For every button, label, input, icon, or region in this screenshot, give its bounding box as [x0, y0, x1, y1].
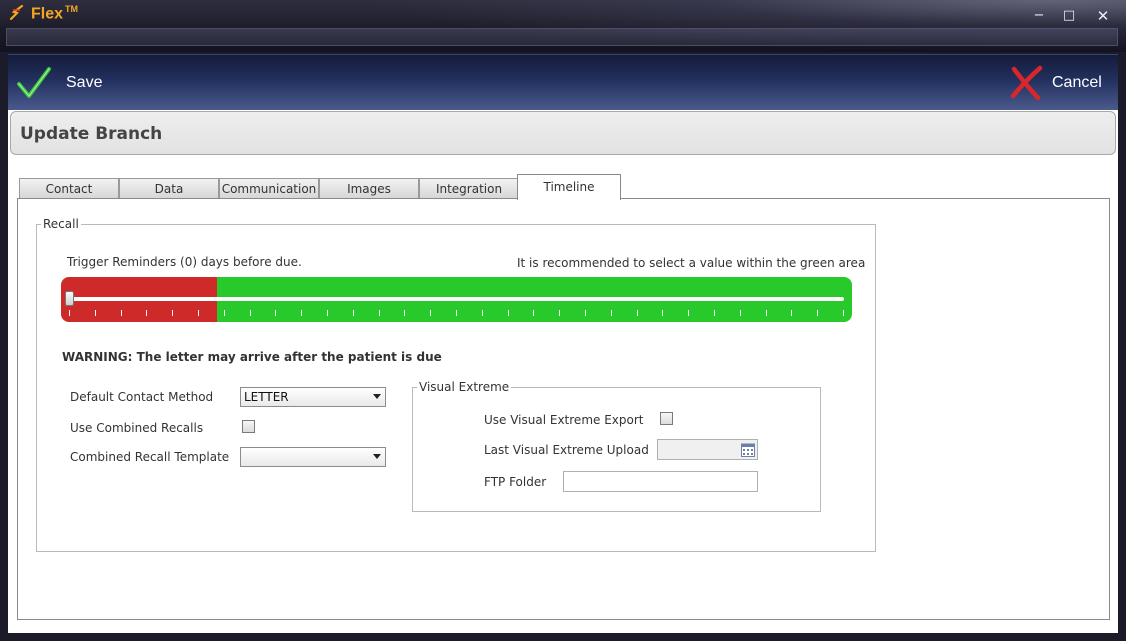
use-combined-recalls-label: Use Combined Recalls: [70, 421, 204, 435]
slider-tick: [766, 310, 767, 316]
slider-tick: [275, 310, 276, 316]
recommendation-text: It is recommended to select a value with…: [517, 256, 866, 270]
slider-tick: [585, 310, 586, 316]
slider-ticks: [69, 310, 844, 318]
recall-legend: Recall: [41, 217, 81, 231]
slider-tick: [456, 310, 457, 316]
calendar-icon[interactable]: [741, 442, 755, 457]
save-button[interactable]: Save: [16, 63, 126, 103]
slider-tick: [250, 310, 251, 316]
tab-communication[interactable]: Communication: [219, 178, 319, 200]
minimize-button[interactable]: −: [1028, 6, 1050, 26]
slider-tick: [611, 310, 612, 316]
default-contact-method-value: LETTER: [244, 390, 289, 404]
slider-tick: [740, 310, 741, 316]
combined-recall-template-select[interactable]: [240, 447, 386, 467]
timeline-tab-panel: Recall Trigger Reminders (0) days before…: [17, 198, 1110, 620]
slider-tick: [69, 310, 70, 316]
tab-data[interactable]: Data: [119, 178, 219, 200]
slider-track: [69, 297, 844, 301]
slider-tick: [224, 310, 225, 316]
maximize-button[interactable]: □: [1058, 6, 1080, 26]
slider-tick: [404, 310, 405, 316]
chevron-down-icon: [373, 394, 381, 399]
use-combined-recalls-checkbox[interactable]: [242, 420, 255, 433]
slider-tick: [637, 310, 638, 316]
slider-tick: [198, 310, 199, 316]
slider-thumb[interactable]: [65, 291, 74, 306]
chevron-down-icon: [373, 454, 381, 459]
slider-tick: [508, 310, 509, 316]
visual-extreme-export-label: Use Visual Extreme Export: [484, 413, 644, 427]
slider-tick: [482, 310, 483, 316]
slider-tick: [379, 310, 380, 316]
cancel-x-icon: [1010, 65, 1043, 101]
last-upload-label: Last Visual Extreme Upload: [484, 443, 649, 457]
trademark-mark: TM: [65, 4, 79, 14]
ftp-folder-input[interactable]: [563, 471, 758, 492]
menu-strip: [6, 28, 1118, 46]
slider-tick: [688, 310, 689, 316]
ftp-folder-label: FTP Folder: [484, 475, 547, 489]
visual-extreme-export-checkbox[interactable]: [660, 412, 673, 425]
action-toolbar: Save Cancel: [8, 54, 1118, 110]
slider-tick: [533, 310, 534, 316]
slider-tick: [662, 310, 663, 316]
warning-text: WARNING: The letter may arrive after the…: [62, 350, 442, 364]
page-title: Update Branch: [20, 124, 163, 144]
slider-tick: [121, 310, 122, 316]
content-area: Update Branch Contact Data Communication…: [8, 110, 1118, 633]
tab-timeline[interactable]: Timeline: [517, 174, 621, 200]
cancel-label: Cancel: [1052, 74, 1102, 91]
checkmark-icon: [17, 67, 51, 98]
combined-recall-template-label: Combined Recall Template: [70, 450, 230, 464]
tab-integration[interactable]: Integration: [419, 178, 519, 200]
slider-tick: [353, 310, 354, 316]
app-title: Flex TM: [31, 4, 79, 23]
visual-extreme-group: Visual Extreme Use Visual Extreme Export…: [412, 380, 821, 512]
slider-tick: [791, 310, 792, 316]
recall-group: Recall Trigger Reminders (0) days before…: [36, 217, 876, 552]
close-button[interactable]: ✕: [1092, 6, 1114, 26]
slider-tick: [95, 310, 96, 316]
title-bar: Flex TM − □ ✕: [0, 0, 1126, 52]
cancel-button[interactable]: Cancel: [1008, 63, 1113, 103]
slider-tick: [559, 310, 560, 316]
visual-extreme-legend: Visual Extreme: [417, 380, 512, 394]
save-label: Save: [66, 74, 103, 91]
slider-tick: [430, 310, 431, 316]
tab-images[interactable]: Images: [319, 178, 419, 200]
trigger-reminders-text: Trigger Reminders (0) days before due.: [67, 255, 302, 269]
default-contact-method-label: Default Contact Method: [70, 390, 214, 404]
slider-tick: [817, 310, 818, 316]
tab-contact[interactable]: Contact: [19, 178, 119, 200]
slider-tick: [172, 310, 173, 316]
slider-tick: [714, 310, 715, 316]
flex-logo-icon: [9, 4, 24, 21]
last-upload-date-field[interactable]: [657, 439, 758, 460]
default-contact-method-select[interactable]: LETTER: [240, 387, 386, 407]
slider-tick: [327, 310, 328, 316]
app-window: Flex TM − □ ✕ Save Cancel Update Branch C…: [0, 0, 1126, 641]
reminder-days-slider[interactable]: [61, 277, 852, 322]
slider-tick: [843, 310, 844, 316]
slider-tick: [146, 310, 147, 316]
page-header: Update Branch: [10, 111, 1116, 155]
slider-tick: [301, 310, 302, 316]
